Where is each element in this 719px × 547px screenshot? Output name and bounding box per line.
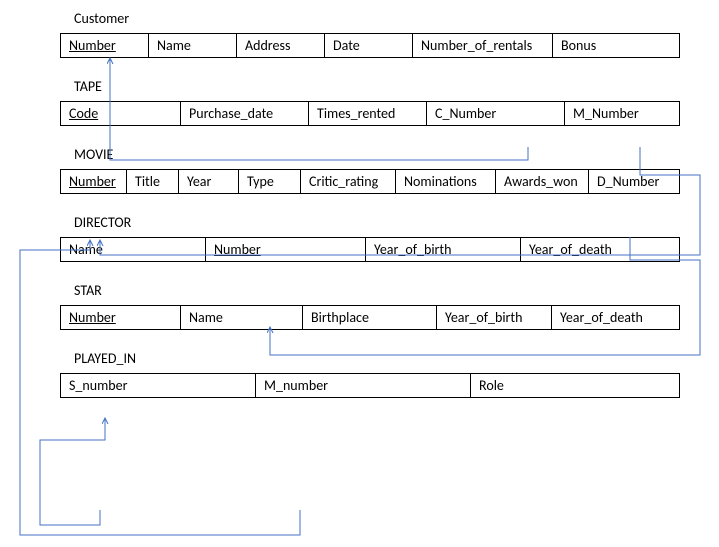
entity-name: Customer: [60, 10, 680, 33]
field-name: Name: [149, 34, 237, 57]
field-number: Number: [61, 306, 181, 329]
field-row: S_number M_number Role: [60, 373, 680, 398]
field-number: Number: [61, 34, 149, 57]
field-number: Number: [206, 238, 366, 261]
field-name: Name: [61, 238, 206, 261]
field-title: Title: [127, 170, 179, 193]
entity-tape: TAPE Code Purchase_date Times_rented C_N…: [60, 78, 680, 126]
schema-diagram: Customer Number Name Address Date Number…: [60, 10, 680, 418]
field-row: Code Purchase_date Times_rented C_Number…: [60, 101, 680, 126]
field-m-number: M_Number: [565, 102, 679, 125]
field-row: Number Title Year Type Critic_rating Nom…: [60, 169, 680, 194]
field-date: Date: [325, 34, 413, 57]
field-number: Number: [61, 170, 127, 193]
field-address: Address: [237, 34, 325, 57]
field-type: Type: [239, 170, 301, 193]
field-year-of-death: Year_of_death: [521, 238, 679, 261]
field-birthplace: Birthplace: [303, 306, 437, 329]
field-row: Name Number Year_of_birth Year_of_death: [60, 237, 680, 262]
field-d-number: D_Number: [589, 170, 679, 193]
entity-name: STAR: [60, 282, 680, 305]
entity-customer: Customer Number Name Address Date Number…: [60, 10, 680, 58]
field-nominations: Nominations: [396, 170, 496, 193]
entity-name: TAPE: [60, 78, 680, 101]
entity-director: DIRECTOR Name Number Year_of_birth Year_…: [60, 214, 680, 262]
field-awards-won: Awards_won: [496, 170, 589, 193]
field-times-rented: Times_rented: [309, 102, 427, 125]
entity-played-in: PLAYED_IN S_number M_number Role: [60, 350, 680, 398]
field-s-number: S_number: [61, 374, 256, 397]
field-purchase-date: Purchase_date: [181, 102, 309, 125]
field-row: Number Name Birthplace Year_of_birth Yea…: [60, 305, 680, 330]
field-critic-rating: Critic_rating: [301, 170, 396, 193]
field-row: Number Name Address Date Number_of_renta…: [60, 33, 680, 58]
field-m-number: M_number: [256, 374, 471, 397]
field-name: Name: [181, 306, 303, 329]
field-year-of-death: Year_of_death: [552, 306, 679, 329]
field-year: Year: [179, 170, 239, 193]
entity-name: PLAYED_IN: [60, 350, 680, 373]
field-bonus: Bonus: [553, 34, 679, 57]
field-year-of-birth: Year_of_birth: [437, 306, 552, 329]
entity-movie: MOVIE Number Title Year Type Critic_rati…: [60, 146, 680, 194]
entity-star: STAR Number Name Birthplace Year_of_birt…: [60, 282, 680, 330]
field-role: Role: [471, 374, 679, 397]
field-c-number: C_Number: [427, 102, 565, 125]
entity-name: MOVIE: [60, 146, 680, 169]
field-number-of-rentals: Number_of_rentals: [413, 34, 553, 57]
fk-playedin-snumber-to-star: [40, 418, 105, 525]
entity-name: DIRECTOR: [60, 214, 680, 237]
field-code: Code: [61, 102, 181, 125]
field-year-of-birth: Year_of_birth: [366, 238, 521, 261]
